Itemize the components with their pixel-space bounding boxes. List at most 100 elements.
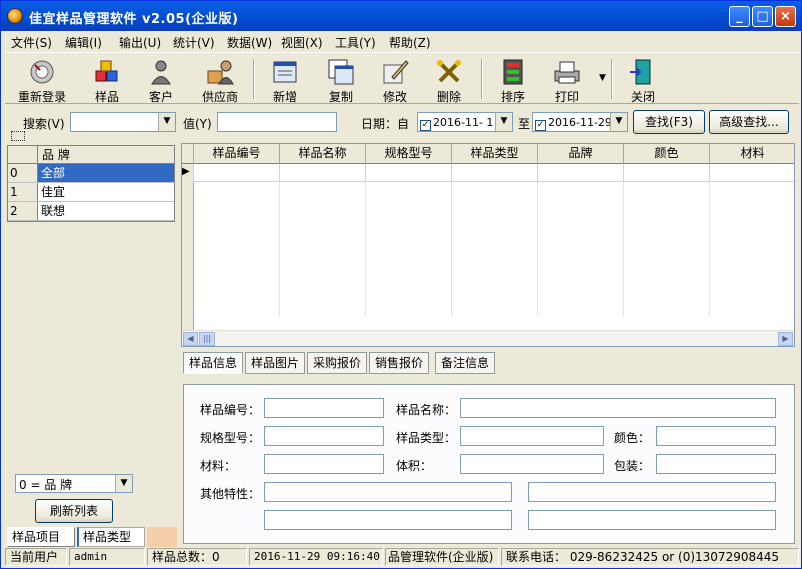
value-input[interactable] — [217, 112, 337, 132]
grid-header: 样品编号 样品名称 规格型号 样品类型 品牌 颜色 材料 — [182, 144, 794, 164]
col-color[interactable]: 颜色 — [624, 144, 710, 164]
col-sample-code[interactable]: 样品编号 — [194, 144, 280, 164]
package-input[interactable] — [656, 454, 776, 474]
minimize-button[interactable]: _ — [729, 6, 750, 27]
menu-edit[interactable]: 编辑(I) — [65, 34, 102, 51]
other-attr-input-2[interactable] — [528, 482, 776, 502]
sort-icon — [503, 59, 523, 85]
menu-statistics[interactable]: 统计(V) — [173, 34, 215, 51]
delete-button[interactable]: 删除 — [427, 55, 471, 104]
close-button[interactable]: × — [775, 6, 796, 27]
brand-row-jiayi[interactable]: 1 佳宜 — [8, 183, 174, 202]
supplier-button[interactable]: 供应商 — [195, 55, 245, 104]
sample-code-input[interactable] — [264, 398, 384, 418]
sample-grid[interactable]: 样品编号 样品名称 规格型号 样品类型 品牌 颜色 材料 ▶ ◀ ||| ▶ — [181, 143, 795, 347]
table-row[interactable]: ▶ — [182, 164, 794, 182]
menu-help[interactable]: 帮助(Z) — [389, 34, 431, 51]
chevron-down-icon[interactable]: ▼ — [610, 113, 627, 131]
sample-name-input[interactable] — [460, 398, 776, 418]
volume-input[interactable] — [460, 454, 604, 474]
supplier-icon — [207, 60, 234, 85]
date-from-checkbox[interactable]: ✓ — [420, 120, 431, 131]
table-cell[interactable] — [280, 164, 366, 182]
search-row: 搜索(V) ▼ 值(Y) 日期：自 ✓ 2016-11- 1 ▼ 至 ✓ 2016-… — [1, 109, 801, 137]
tab-sample-images[interactable]: 样品图片 — [245, 352, 305, 374]
customer-label: 客户 — [148, 90, 173, 104]
maximize-button[interactable]: □ — [752, 6, 773, 27]
title-bar[interactable]: 佳宜样品管理软件 v2.05(企业版) _ □ × — [1, 1, 801, 31]
sample-button[interactable]: 样品 — [85, 55, 129, 104]
chevron-down-icon[interactable]: ▼ — [495, 113, 512, 131]
table-cell[interactable] — [624, 164, 710, 182]
date-from-picker[interactable]: ✓ 2016-11- 1 ▼ — [417, 112, 513, 132]
close-app-button[interactable]: 关闭 — [621, 55, 665, 104]
row-selector-column — [182, 182, 194, 330]
date-to-checkbox[interactable]: ✓ — [535, 120, 546, 131]
chevron-down-icon[interactable]: ▼ — [158, 113, 175, 131]
tab-sample-types[interactable]: 样品类型 — [77, 527, 145, 547]
app-window: 佳宜样品管理软件 v2.05(企业版) _ □ × 文件(S) 编辑(I) 输出… — [0, 0, 802, 569]
new-button[interactable]: 新增 — [263, 55, 307, 104]
find-button[interactable]: 查找(F3) — [633, 110, 705, 134]
other-attr-input-4[interactable] — [528, 510, 776, 530]
col-sample-name[interactable]: 样品名称 — [280, 144, 366, 164]
refresh-list-button[interactable]: 刷新列表 — [35, 499, 113, 523]
sort-button[interactable]: 排序 — [491, 55, 535, 104]
tab-sample-info[interactable]: 样品信息 — [183, 352, 243, 374]
sample-type-input[interactable] — [460, 426, 604, 446]
menu-file[interactable]: 文件(S) — [11, 34, 52, 51]
brand-list: 品 牌 0 全部 1 佳宜 2 联想 — [7, 145, 175, 222]
tab-sales-quotes[interactable]: 销售报价 — [369, 352, 429, 374]
menu-data[interactable]: 数据(W) — [227, 34, 272, 51]
col-brand[interactable]: 品牌 — [538, 144, 624, 164]
menu-tools[interactable]: 工具(Y) — [335, 34, 376, 51]
tab-remarks[interactable]: 备注信息 — [435, 352, 495, 374]
table-cell[interactable] — [452, 164, 538, 182]
brand-list-header: 品 牌 — [8, 146, 174, 164]
other-attr-input-3[interactable] — [264, 510, 512, 530]
copy-button[interactable]: 复制 — [319, 55, 363, 104]
print-label: 打印 — [554, 90, 579, 104]
edit-button[interactable]: 修改 — [373, 55, 417, 104]
relogin-label: 重新登录 — [17, 90, 66, 104]
code-label: 样品编号： — [200, 403, 261, 417]
print-dropdown-icon[interactable]: ▼ — [599, 73, 606, 83]
toolbar-separator — [611, 59, 613, 99]
col-sample-type[interactable]: 样品类型 — [452, 144, 538, 164]
index-header — [8, 146, 38, 163]
advanced-search-button[interactable]: 高级查找... — [709, 110, 789, 134]
brand-row-lenovo[interactable]: 2 联想 — [8, 202, 174, 221]
other-attr-input-1[interactable] — [264, 482, 512, 502]
tab-sample-items[interactable]: 样品项目 — [7, 527, 75, 547]
window-title: 佳宜样品管理软件 v2.05(企业版) — [29, 12, 239, 27]
print-button[interactable]: 打印 — [545, 55, 589, 104]
table-cell[interactable] — [194, 164, 280, 182]
grid-hscrollbar[interactable]: ◀ ||| ▶ — [182, 330, 794, 346]
current-row-icon: ▶ — [182, 164, 194, 182]
table-cell[interactable] — [366, 164, 452, 182]
brand-row-all[interactable]: 0 全部 — [8, 164, 174, 183]
color-input[interactable] — [656, 426, 776, 446]
col-spec[interactable]: 规格型号 — [366, 144, 452, 164]
menu-view[interactable]: 视图(X) — [281, 34, 323, 51]
relogin-button[interactable]: 重新登录 — [13, 55, 71, 104]
chevron-down-icon[interactable]: ▼ — [115, 475, 132, 492]
table-cell[interactable] — [538, 164, 624, 182]
material-input[interactable] — [264, 454, 384, 474]
splitter-icon[interactable] — [11, 131, 25, 141]
menu-output[interactable]: 输出(U) — [119, 34, 161, 51]
date-to-picker[interactable]: ✓ 2016-11-29 ▼ — [532, 112, 628, 132]
left-tabs: 样品项目 样品类型 — [7, 527, 177, 547]
col-material[interactable]: 材料 — [710, 144, 794, 164]
table-cell[interactable] — [710, 164, 794, 182]
to-label: 至 — [518, 117, 531, 131]
status-contact: 联系电话： 029-86232425 or (0)13072908445 — [501, 548, 799, 566]
spec-input[interactable] — [264, 426, 384, 446]
scroll-right-icon[interactable]: ▶ — [778, 332, 793, 346]
scroll-thumb[interactable]: ||| — [199, 332, 215, 346]
scroll-left-icon[interactable]: ◀ — [183, 332, 198, 346]
customer-button[interactable]: 客户 — [139, 55, 183, 104]
tab-purchase-quotes[interactable]: 采购报价 — [307, 352, 367, 374]
search-field-combo[interactable]: ▼ — [70, 112, 176, 132]
tree-level-combo[interactable]: 0 = 品 牌 ▼ — [15, 474, 133, 493]
